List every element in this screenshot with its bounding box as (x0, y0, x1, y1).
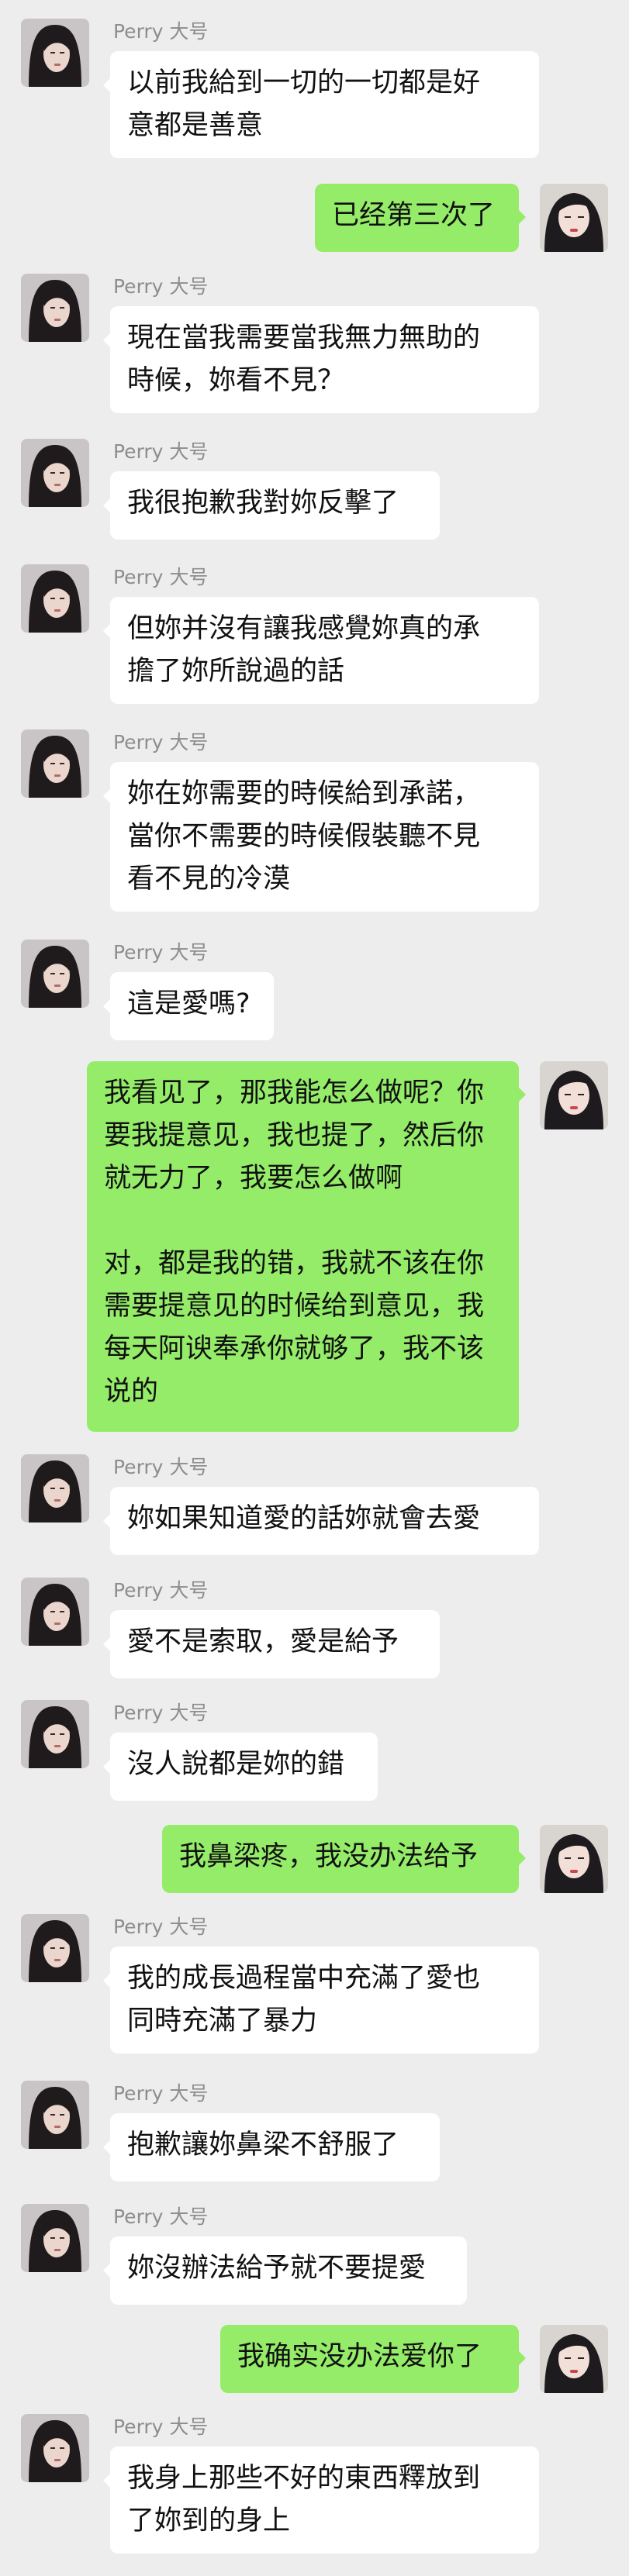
my-avatar[interactable] (540, 1061, 608, 1129)
contact-avatar[interactable] (21, 2204, 89, 2272)
bubble-tail (518, 2350, 526, 2366)
contact-nickname: Perry 大号 (113, 566, 209, 588)
received-message[interactable]: 妳在妳需要的時候給到承諾， 當你不需要的時候假裝聽不見 看不見的冷漠 (110, 762, 539, 912)
contact-nickname: Perry 大号 (113, 2416, 209, 2438)
contact-avatar[interactable] (21, 1914, 89, 1982)
contact-avatar[interactable] (21, 2414, 89, 2482)
contact-nickname: Perry 大号 (113, 20, 209, 43)
received-message[interactable]: 沒人說都是妳的錯 (110, 1733, 378, 1801)
bubble-tail (518, 1850, 526, 1866)
bubble-tail (518, 1087, 526, 1102)
contact-nickname: Perry 大号 (113, 1579, 209, 1602)
received-message[interactable]: 妳如果知道愛的話妳就會去愛 (110, 1487, 539, 1555)
chat-window: Perry 大号 以前我給到一切的一切都是好 意都是善意 已经第三次了 Perr… (0, 0, 629, 2576)
sent-message[interactable]: 我鼻梁疼，我没办法给予 (162, 1825, 519, 1893)
contact-avatar[interactable] (21, 564, 89, 633)
sent-message[interactable]: 已经第三次了 (315, 184, 519, 252)
contact-nickname: Perry 大号 (113, 2205, 209, 2228)
received-message[interactable]: 但妳并沒有讓我感覺妳真的承 擔了妳所說過的話 (110, 597, 539, 704)
contact-avatar[interactable] (21, 729, 89, 798)
sent-message[interactable]: 我确实没办法爱你了 (220, 2325, 519, 2393)
contact-nickname: Perry 大号 (113, 731, 209, 753)
contact-nickname: Perry 大号 (113, 275, 209, 298)
bubble-tail (518, 209, 526, 225)
received-message[interactable]: 愛不是索取，愛是給予 (110, 1610, 440, 1678)
contact-avatar[interactable] (21, 940, 89, 1008)
received-message[interactable]: 這是愛嗎? (110, 972, 274, 1040)
contact-nickname: Perry 大号 (113, 440, 209, 463)
contact-avatar[interactable] (21, 1700, 89, 1768)
my-avatar[interactable] (540, 2325, 608, 2393)
my-avatar[interactable] (540, 184, 608, 252)
contact-nickname: Perry 大号 (113, 1916, 209, 1938)
contact-nickname: Perry 大号 (113, 2082, 209, 2105)
received-message[interactable]: 我的成長過程當中充滿了愛也 同時充滿了暴力 (110, 1947, 539, 2054)
contact-nickname: Perry 大号 (113, 1456, 209, 1478)
received-message[interactable]: 現在當我需要當我無力無助的 時候，妳看不見？ (110, 306, 539, 413)
contact-nickname: Perry 大号 (113, 941, 209, 964)
contact-avatar[interactable] (21, 19, 89, 87)
received-message[interactable]: 抱歉讓妳鼻梁不舒服了 (110, 2113, 440, 2181)
received-message[interactable]: 妳沒辦法給予就不要提愛 (110, 2236, 467, 2305)
contact-avatar[interactable] (21, 439, 89, 507)
received-message[interactable]: 我很抱歉我對妳反擊了 (110, 471, 440, 540)
sent-message[interactable]: 我看见了，那我能怎么做呢？你 要我提意见，我也提了，然后你 就无力了，我要怎么做… (87, 1061, 519, 1432)
contact-avatar[interactable] (21, 274, 89, 342)
contact-avatar[interactable] (21, 1578, 89, 1646)
my-avatar[interactable] (540, 1825, 608, 1893)
received-message[interactable]: 以前我給到一切的一切都是好 意都是善意 (110, 51, 539, 158)
contact-nickname: Perry 大号 (113, 1702, 209, 1724)
contact-avatar[interactable] (21, 1454, 89, 1522)
contact-avatar[interactable] (21, 2081, 89, 2149)
received-message[interactable]: 我身上那些不好的東西釋放到 了妳到的身上 (110, 2447, 539, 2554)
